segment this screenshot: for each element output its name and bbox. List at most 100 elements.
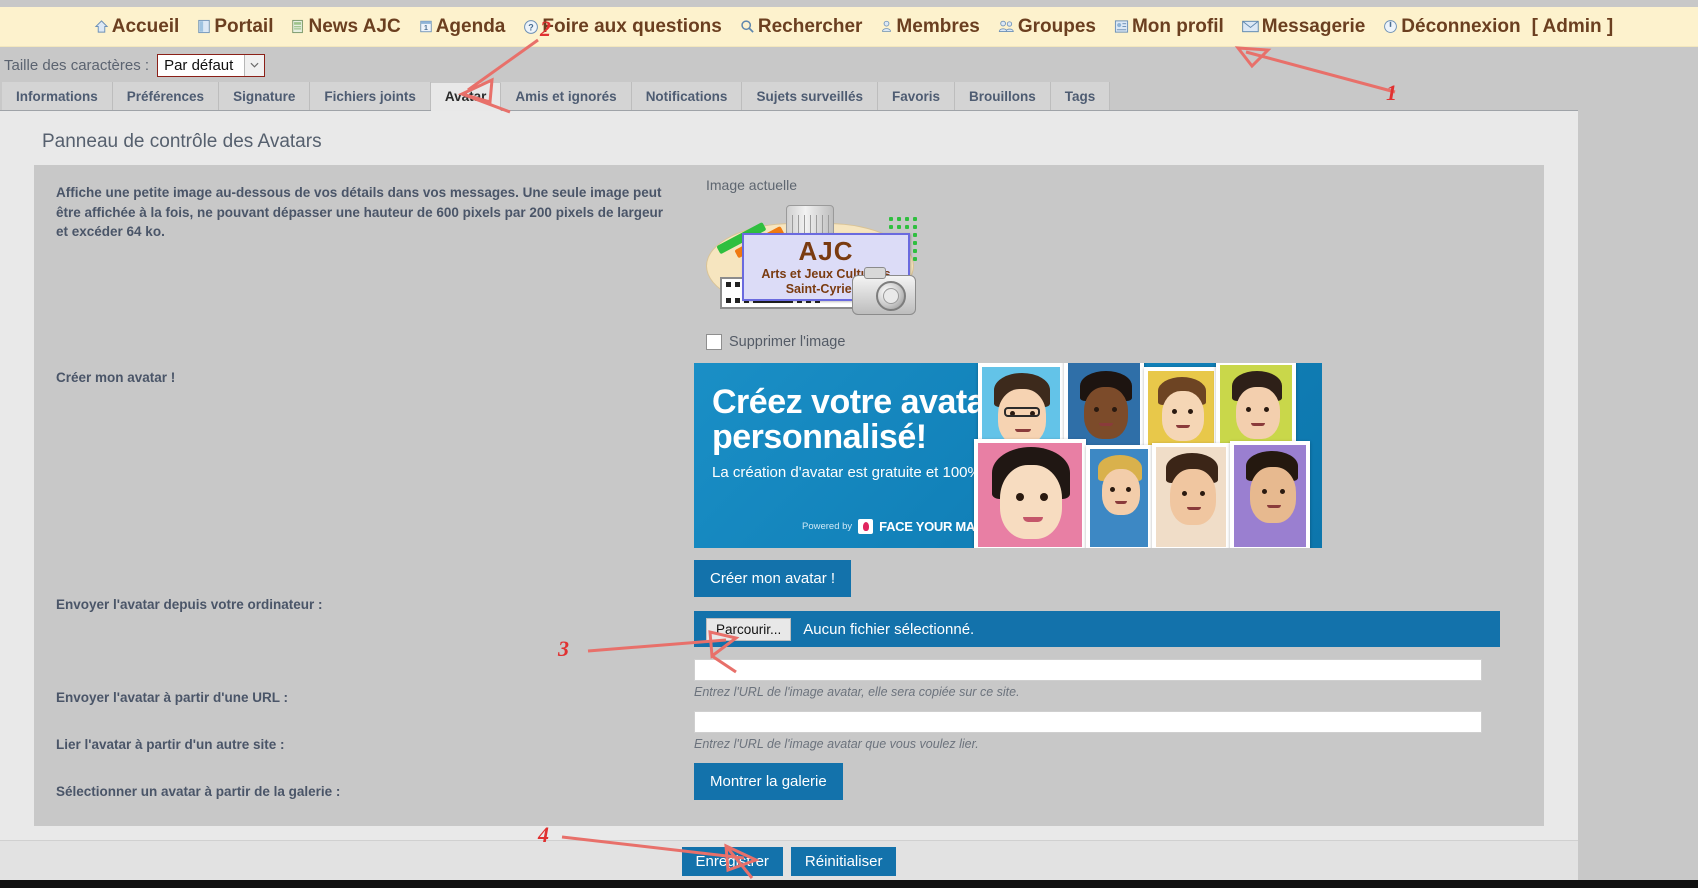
nav-label: Messagerie [1261,15,1366,37]
banner-avatar-faces [972,363,1322,548]
tab-tags[interactable]: Tags [1050,82,1111,110]
avatar-face [1152,443,1230,548]
tab-favoris[interactable]: Favoris [878,82,956,110]
search-icon [740,19,755,34]
main-navigation: Accueil Portail News AJC 1 Agenda ? Foir… [0,7,1698,47]
tab-notifications[interactable]: Notifications [631,82,743,110]
avatar-face [1230,441,1310,548]
nav-label: Foire aux questions [542,15,722,37]
file-upload-bar: Parcourir... Aucun fichier sélectionné. [694,611,1500,647]
tab-sujets-surveilles[interactable]: Sujets surveillés [742,82,879,110]
avatar-info-text: Affiche une petite image au-dessous de v… [56,185,663,240]
page-title: Panneau de contrôle des Avatars [42,131,322,152]
power-icon [1383,19,1398,34]
nav-label: Mon profil [1131,15,1224,37]
nav-label: Membres [896,15,980,37]
nav-item-messagerie[interactable]: Messagerie [1233,16,1375,38]
home-icon [94,19,109,34]
tab-preferences[interactable]: Préférences [112,82,220,110]
avatar-control-panel: Panneau de contrôle des Avatars Affiche … [0,111,1578,882]
nav-item-membres[interactable]: Membres [871,16,988,38]
create-avatar-button[interactable]: Créer mon avatar ! [694,560,852,597]
form-footer: Enregistrer Réinitialiser [0,840,1578,882]
tab-brouillons[interactable]: Brouillons [955,82,1051,110]
portal-icon [197,19,211,34]
nav-label: Agenda [435,15,506,37]
news-icon [291,19,305,34]
tab-label: Tags [1064,88,1096,104]
gallery-label: Sélectionner un avatar à partir de la ga… [56,783,341,799]
tab-label: Favoris [892,88,941,104]
annotation-number-4: 4 [538,822,549,847]
admin-tag: [ Admin ] [1531,15,1614,37]
question-icon: ? [523,19,539,35]
annotation-number-1: 1 [1386,80,1397,105]
tab-label: Informations [16,88,98,104]
member-icon [880,19,893,34]
nav-item-deconnexion[interactable]: Déconnexion [1374,16,1529,38]
delete-image-label: Supprimer l'image [729,334,846,350]
annotation-number-3: 3 [558,636,569,661]
nav-label: Déconnexion [1401,15,1521,37]
tab-label: Brouillons [969,88,1036,104]
avatar-face [1144,367,1218,455]
show-gallery-button[interactable]: Montrer la galerie [694,763,843,800]
tab-label: Notifications [645,88,728,104]
avatar-face [1086,445,1152,548]
powered-by-label: Powered by [802,521,853,532]
page-root: Accueil Portail News AJC 1 Agenda ? Foir… [0,0,1698,888]
tab-informations[interactable]: Informations [2,82,113,110]
profile-tabs: Informations Préférences Signature Fichi… [0,82,1698,111]
right-gutter [1578,98,1698,880]
tab-label: Fichiers joints [324,88,416,104]
browse-file-button[interactable]: Parcourir... [706,617,792,641]
tab-label: Amis et ignorés [515,88,617,104]
tab-fichiers-joints[interactable]: Fichiers joints [310,82,431,110]
font-size-select[interactable]: Par défaut [157,53,266,77]
nav-item-portail[interactable]: Portail [188,16,282,38]
font-size-bar: Taille des caractères : Par défaut [0,47,1698,83]
camera-icon [852,267,916,315]
avatar-remote-link-input[interactable] [694,711,1482,733]
link-url-label: Lier l'avatar à partir d'un autre site : [56,736,285,752]
font-size-selected-value: Par défaut [164,56,234,74]
avatar-face [974,439,1086,548]
tab-amis-et-ignores[interactable]: Amis et ignorés [501,82,632,110]
chevron-down-icon [244,54,265,76]
avatar-remote-link-hint: Entrez l'URL de l'image avatar que vous … [694,737,979,751]
groups-icon [998,19,1015,34]
current-image-label: Image actuelle [706,177,798,193]
banner-headline-1: Créez votre avatar [712,383,998,421]
nav-item-agenda[interactable]: 1 Agenda [410,16,515,38]
avatar-url-input[interactable] [694,659,1482,681]
reset-button[interactable]: Réinitialiser [790,847,897,876]
faceyourmanga-banner[interactable]: Créez votre avatar personnalisé! La créa… [694,363,1322,548]
tab-label: Signature [233,88,296,104]
annotation-number-2: 2 [540,16,551,41]
nav-item-mon-profil[interactable]: Mon profil [1105,16,1233,38]
avatar-url-hint: Entrez l'URL de l'image avatar, elle ser… [694,685,1020,699]
save-button[interactable]: Enregistrer [681,847,783,876]
tab-signature[interactable]: Signature [219,82,311,110]
svg-text:1: 1 [424,25,428,32]
nav-item-rechercher[interactable]: Rechercher [731,16,872,38]
tab-label: Sujets surveillés [756,88,864,104]
profile-icon [1114,19,1129,34]
nav-label: Portail [214,15,274,37]
svg-text:?: ? [529,22,535,32]
nav-item-groupes[interactable]: Groupes [989,16,1105,38]
nav-item-accueil[interactable]: Accueil [85,16,189,38]
bottom-bar [0,880,1698,888]
envelope-icon [1241,20,1259,33]
tab-avatar[interactable]: Avatar [430,83,502,111]
tab-label: Préférences [126,88,205,104]
banner-text: Créez votre avatar personnalisé! La créa… [712,383,1011,482]
nav-label: Accueil [111,15,180,37]
delete-image-checkbox[interactable] [706,334,722,350]
faceyourmanga-logo-icon [858,519,874,534]
delete-image-row: Supprimer l'image [706,334,1534,350]
banner-subline: La création d'avatar est gratuite et 100… [712,464,1011,482]
upload-computer-label: Envoyer l'avatar depuis votre ordinateur… [56,596,323,612]
nav-item-news-ajc[interactable]: News AJC [282,16,409,38]
font-size-label: Taille des caractères : [4,56,150,74]
